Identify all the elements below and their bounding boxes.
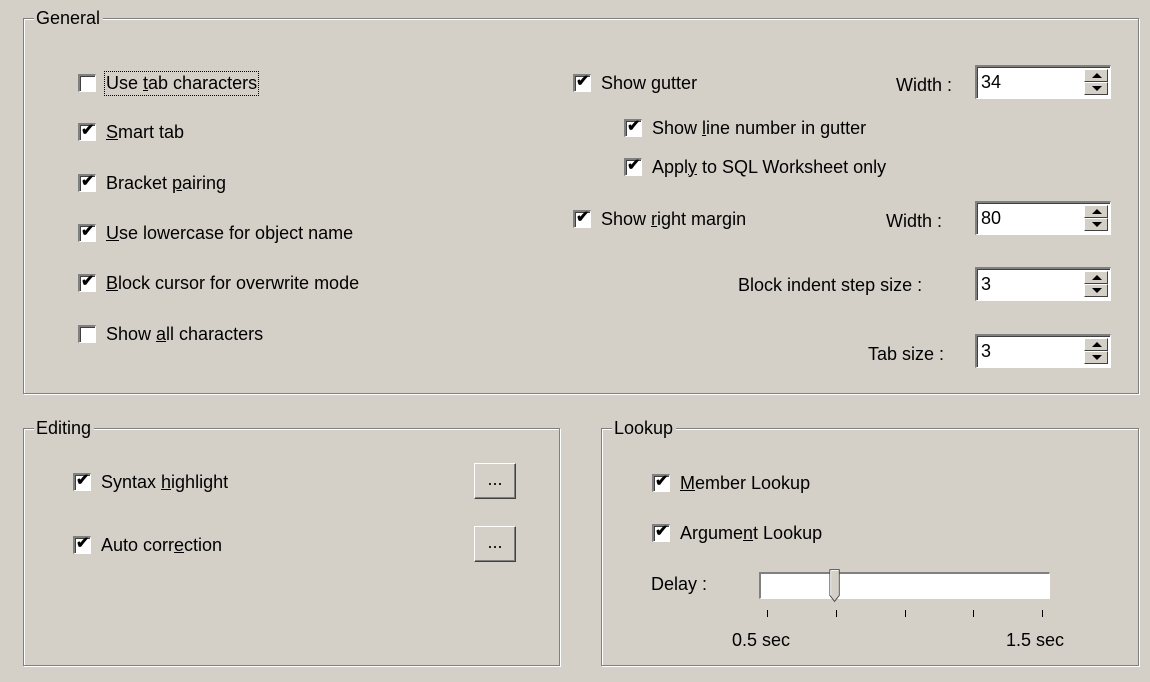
arrow-up-icon: [1092, 209, 1102, 214]
smart-tab-checkbox[interactable]: ✔ Smart tab: [78, 120, 184, 144]
check-icon: ✔: [655, 523, 669, 540]
gutter-width-spinner[interactable]: 34: [975, 65, 1111, 99]
checkbox-box[interactable]: ✔: [652, 523, 670, 542]
checkbox-box[interactable]: ✔: [78, 173, 96, 192]
show-line-number-checkbox[interactable]: ✔ Show line number in gutter: [624, 116, 866, 140]
block-indent-spinner[interactable]: 3: [975, 267, 1111, 301]
show-all-characters-checkbox[interactable]: Show all characters: [78, 322, 263, 346]
member-lookup-checkbox[interactable]: ✔ Member Lookup: [652, 471, 810, 495]
spinner-value[interactable]: 80: [981, 208, 1001, 229]
spin-down-button[interactable]: [1084, 82, 1108, 95]
checkbox-label: Apply to SQL Worksheet only: [652, 156, 887, 177]
margin-width-spinner[interactable]: 80: [975, 201, 1111, 235]
spinner-value[interactable]: 34: [981, 72, 1001, 93]
check-icon: ✔: [81, 122, 95, 139]
gutter-width-label: Width :: [896, 75, 953, 95]
checkbox-label: Show line number in gutter: [652, 117, 867, 138]
margin-width-label: Width :: [886, 211, 943, 231]
spin-up-button[interactable]: [1084, 69, 1108, 82]
general-title: General: [34, 7, 104, 29]
arrow-up-icon: [1092, 342, 1102, 347]
arrow-up-icon: [1092, 275, 1102, 280]
slider-tick: [973, 610, 974, 617]
checkbox-label: Use lowercase for object name: [106, 222, 354, 243]
checkbox-label: Block cursor for overwrite mode: [106, 272, 360, 293]
spin-down-button[interactable]: [1084, 284, 1108, 297]
checkbox-label: Smart tab: [106, 121, 185, 142]
spin-up-button[interactable]: [1084, 271, 1108, 284]
check-icon: ✔: [81, 173, 95, 190]
slider-tick: [905, 610, 906, 617]
check-icon: ✔: [76, 472, 90, 489]
checkbox-label: Show right margin: [601, 208, 747, 229]
syntax-highlight-options-button[interactable]: ...: [474, 463, 516, 499]
show-right-margin-checkbox[interactable]: ✔ Show right margin: [573, 207, 746, 231]
check-icon: ✔: [576, 209, 590, 226]
slider-tick: [836, 610, 837, 617]
arrow-down-icon: [1092, 288, 1102, 293]
spin-up-button[interactable]: [1084, 205, 1108, 218]
checkbox-label: Bracket pairing: [106, 172, 227, 193]
slider-tick: [1042, 610, 1043, 617]
check-icon: ✔: [576, 73, 590, 90]
use-tab-characters-checkbox[interactable]: Use tab characters: [78, 70, 260, 96]
slider-tick: [767, 610, 768, 617]
spin-down-button[interactable]: [1084, 218, 1108, 231]
checkbox-box[interactable]: ✔: [78, 223, 96, 242]
checkbox-label: Show gutter: [601, 72, 698, 93]
delay-label: Delay :: [651, 574, 708, 594]
check-icon: ✔: [81, 273, 95, 290]
apply-sql-worksheet-checkbox[interactable]: ✔ Apply to SQL Worksheet only: [624, 155, 886, 179]
check-icon: ✔: [655, 473, 669, 490]
auto-correction-checkbox[interactable]: ✔ Auto correction: [73, 533, 222, 557]
checkbox-box[interactable]: ✔: [624, 157, 642, 176]
use-lowercase-checkbox[interactable]: ✔ Use lowercase for object name: [78, 221, 353, 245]
delay-slider-track[interactable]: [759, 572, 1050, 599]
checkbox-box[interactable]: ✔: [78, 122, 96, 141]
checkbox-box[interactable]: [78, 74, 96, 92]
arrow-down-icon: [1092, 222, 1102, 227]
arrow-down-icon: [1092, 86, 1102, 91]
checkbox-box[interactable]: ✔: [624, 118, 642, 137]
checkbox-label: Show all characters: [106, 323, 264, 344]
checkbox-label: Use tab characters: [103, 70, 260, 96]
checkbox-label: Auto correction: [101, 534, 223, 555]
checkbox-label: Argument Lookup: [680, 522, 823, 543]
spinner-value[interactable]: 3: [981, 274, 991, 295]
check-icon: ✔: [76, 535, 90, 552]
delay-max-label: 1.5 sec: [1006, 630, 1065, 650]
spinner-value[interactable]: 3: [981, 341, 991, 362]
checkbox-box[interactable]: ✔: [78, 273, 96, 292]
block-cursor-checkbox[interactable]: ✔ Block cursor for overwrite mode: [78, 271, 359, 295]
arrow-up-icon: [1092, 73, 1102, 78]
check-icon: ✔: [627, 157, 641, 174]
auto-correction-options-button[interactable]: ...: [474, 526, 516, 562]
check-icon: ✔: [627, 118, 641, 135]
editing-title: Editing: [34, 417, 95, 439]
show-gutter-checkbox[interactable]: ✔ Show gutter: [573, 71, 697, 95]
delay-min-label: 0.5 sec: [732, 630, 791, 650]
arrow-down-icon: [1092, 355, 1102, 360]
checkbox-box[interactable]: ✔: [573, 209, 591, 228]
check-icon: ✔: [81, 223, 95, 240]
checkbox-box[interactable]: ✔: [573, 73, 591, 92]
bracket-pairing-checkbox[interactable]: ✔ Bracket pairing: [78, 171, 226, 195]
tab-size-spinner[interactable]: 3: [975, 334, 1111, 368]
block-indent-label: Block indent step size :: [738, 275, 923, 295]
checkbox-box[interactable]: ✔: [73, 535, 91, 554]
checkbox-box[interactable]: ✔: [652, 473, 670, 492]
checkbox-label: Syntax highlight: [101, 471, 229, 492]
syntax-highlight-checkbox[interactable]: ✔ Syntax highlight: [73, 470, 228, 494]
tab-size-label: Tab size :: [868, 344, 945, 364]
checkbox-box[interactable]: ✔: [73, 472, 91, 491]
argument-lookup-checkbox[interactable]: ✔ Argument Lookup: [652, 521, 822, 545]
spin-down-button[interactable]: [1084, 351, 1108, 364]
lookup-title: Lookup: [612, 417, 677, 439]
delay-slider-thumb[interactable]: [829, 567, 841, 605]
spin-up-button[interactable]: [1084, 338, 1108, 351]
checkbox-label: Member Lookup: [680, 472, 811, 493]
checkbox-box[interactable]: [78, 325, 96, 343]
